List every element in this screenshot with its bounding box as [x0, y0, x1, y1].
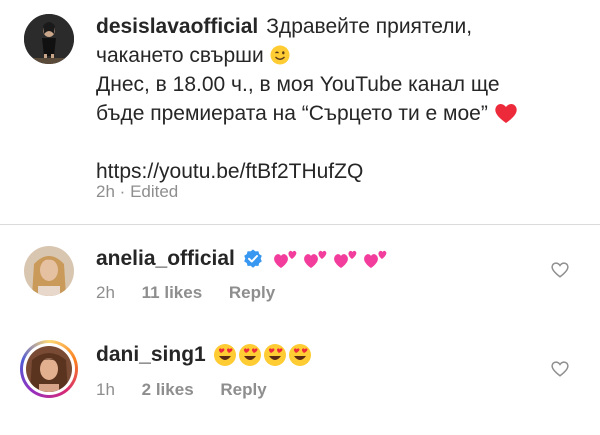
heart-eyes-emoji-icon — [213, 343, 236, 366]
heart-eyes-emoji-icon — [238, 343, 261, 366]
comment-username[interactable]: anelia_official — [96, 247, 235, 271]
heart-eyes-emoji-icon — [263, 343, 286, 366]
caption-text-line1: Здравейте приятели, — [266, 15, 473, 38]
comment-avatar[interactable] — [24, 246, 74, 296]
post-username[interactable]: desislavaofficial — [96, 15, 258, 38]
pink-hearts-emoji-icon — [363, 250, 387, 268]
comment-meta: 2h 11 likes Reply — [96, 283, 297, 303]
reply-button[interactable]: Reply — [220, 380, 266, 399]
post-caption: desislavaofficial Здравейте приятели, чак… — [96, 12, 586, 186]
comment-avatar[interactable] — [20, 340, 78, 398]
wink-emoji-icon — [270, 41, 290, 70]
caption-text-line3: Днес, в 18.00 ч., в моя YouTube канал ще — [96, 73, 500, 96]
pink-hearts-emoji-icon — [333, 250, 357, 268]
pink-hearts-emoji-icon — [273, 250, 297, 268]
post-meta: 2h · Edited — [96, 182, 178, 202]
post-time: 2h — [96, 182, 115, 201]
comment-likes[interactable]: 11 likes — [142, 283, 203, 302]
heart-eyes-emoji-icon — [288, 343, 311, 366]
divider — [0, 224, 600, 225]
comment-username[interactable]: dani_sing1 — [96, 343, 206, 367]
comment-time: 1h — [96, 380, 115, 399]
verified-badge-icon — [243, 249, 263, 269]
caption-text-line4: бъде премиерата на “Сърцето ти е мое” — [96, 102, 488, 125]
red-heart-emoji-icon — [494, 99, 518, 128]
comment-line: anelia_official — [96, 246, 393, 272]
comment-meta: 1h 2 likes Reply — [96, 380, 289, 400]
meta-separator: · — [119, 182, 126, 201]
like-heart-icon[interactable] — [551, 360, 569, 378]
like-heart-icon[interactable] — [551, 261, 569, 279]
comment-line: dani_sing1 — [96, 342, 314, 368]
pink-hearts-emoji-group — [273, 246, 393, 272]
post-avatar[interactable] — [24, 14, 74, 64]
pink-hearts-emoji-icon — [303, 250, 327, 268]
reply-button[interactable]: Reply — [229, 283, 275, 302]
heart-eyes-emoji-group — [213, 343, 314, 368]
caption-text-line2: чакането свърши — [96, 44, 264, 67]
post-edited: Edited — [130, 182, 179, 201]
comment-time: 2h — [96, 283, 115, 302]
comment-likes[interactable]: 2 likes — [142, 380, 194, 399]
